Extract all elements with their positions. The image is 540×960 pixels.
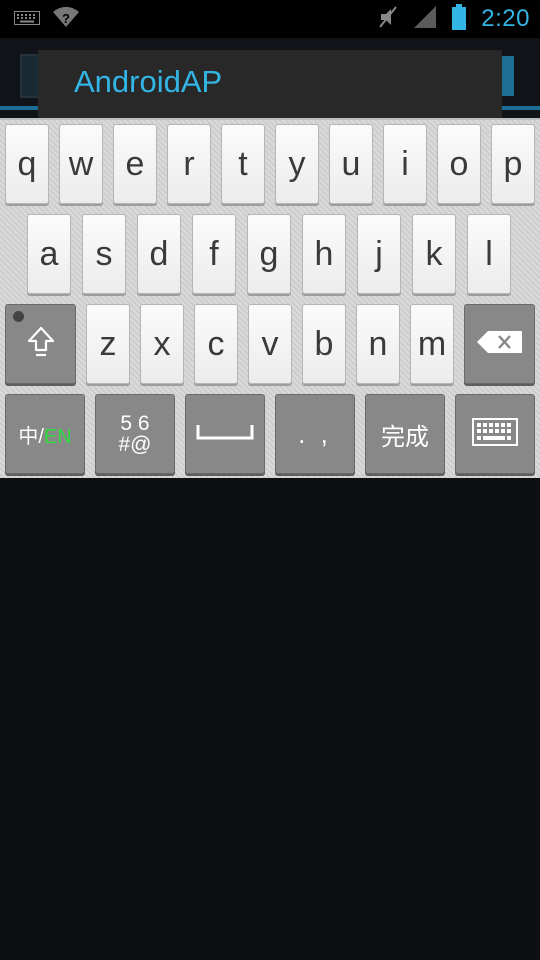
key-e[interactable]: e <box>113 124 157 204</box>
lang-zh-label: 中 <box>18 425 39 448</box>
lang-en-label: EN <box>43 425 72 448</box>
space-key[interactable] <box>185 394 265 474</box>
key-j[interactable]: j <box>357 214 401 294</box>
keyboard-hide-icon <box>472 417 518 451</box>
key-l[interactable]: l <box>467 214 511 294</box>
key-u[interactable]: u <box>329 124 373 204</box>
shift-key[interactable] <box>5 304 76 384</box>
punctuation-key[interactable]: . , <box>275 394 355 474</box>
key-d[interactable]: d <box>137 214 181 294</box>
key-k[interactable]: k <box>412 214 456 294</box>
status-bar: ? 2:20 <box>0 0 540 38</box>
key-o[interactable]: o <box>437 124 481 204</box>
symbols-key[interactable]: 5 6 #@ <box>95 394 175 474</box>
caps-lock-indicator <box>13 311 24 322</box>
key-x[interactable]: x <box>140 304 184 384</box>
key-r[interactable]: r <box>167 124 211 204</box>
key-c[interactable]: c <box>194 304 238 384</box>
hide-keyboard-key[interactable] <box>455 394 535 474</box>
key-q[interactable]: q <box>5 124 49 204</box>
symbols-label-top: 5 6 <box>120 412 150 435</box>
space-icon <box>196 423 254 446</box>
signal-icon <box>413 5 437 33</box>
wifi-question-icon: ? <box>52 6 80 32</box>
backspace-icon <box>476 330 524 359</box>
key-y[interactable]: y <box>275 124 319 204</box>
mute-icon <box>377 5 399 33</box>
key-i[interactable]: i <box>383 124 427 204</box>
backspace-key[interactable] <box>464 304 535 384</box>
language-switch-key[interactable]: 中/EN <box>5 394 85 474</box>
key-m[interactable]: m <box>410 304 454 384</box>
dialog-title: AndroidAP <box>74 64 223 99</box>
key-h[interactable]: h <box>302 214 346 294</box>
done-key[interactable]: 完成 <box>365 394 445 474</box>
key-v[interactable]: v <box>248 304 292 384</box>
status-clock: 2:20 <box>481 5 530 32</box>
symbols-label-bottom: #@ <box>118 433 152 456</box>
soft-keyboard: q w e r t y u i o p a s d f g h j k l z … <box>0 118 540 478</box>
keyboard-icon <box>14 10 40 29</box>
svg-text:?: ? <box>62 11 70 26</box>
key-p[interactable]: p <box>491 124 535 204</box>
key-a[interactable]: a <box>27 214 71 294</box>
key-n[interactable]: n <box>356 304 400 384</box>
key-t[interactable]: t <box>221 124 265 204</box>
shift-icon <box>27 326 55 363</box>
key-w[interactable]: w <box>59 124 103 204</box>
key-g[interactable]: g <box>247 214 291 294</box>
battery-icon <box>451 4 467 34</box>
key-b[interactable]: b <box>302 304 346 384</box>
key-f[interactable]: f <box>192 214 236 294</box>
dialog: AndroidAP <box>38 50 502 120</box>
key-s[interactable]: s <box>82 214 126 294</box>
key-z[interactable]: z <box>86 304 130 384</box>
